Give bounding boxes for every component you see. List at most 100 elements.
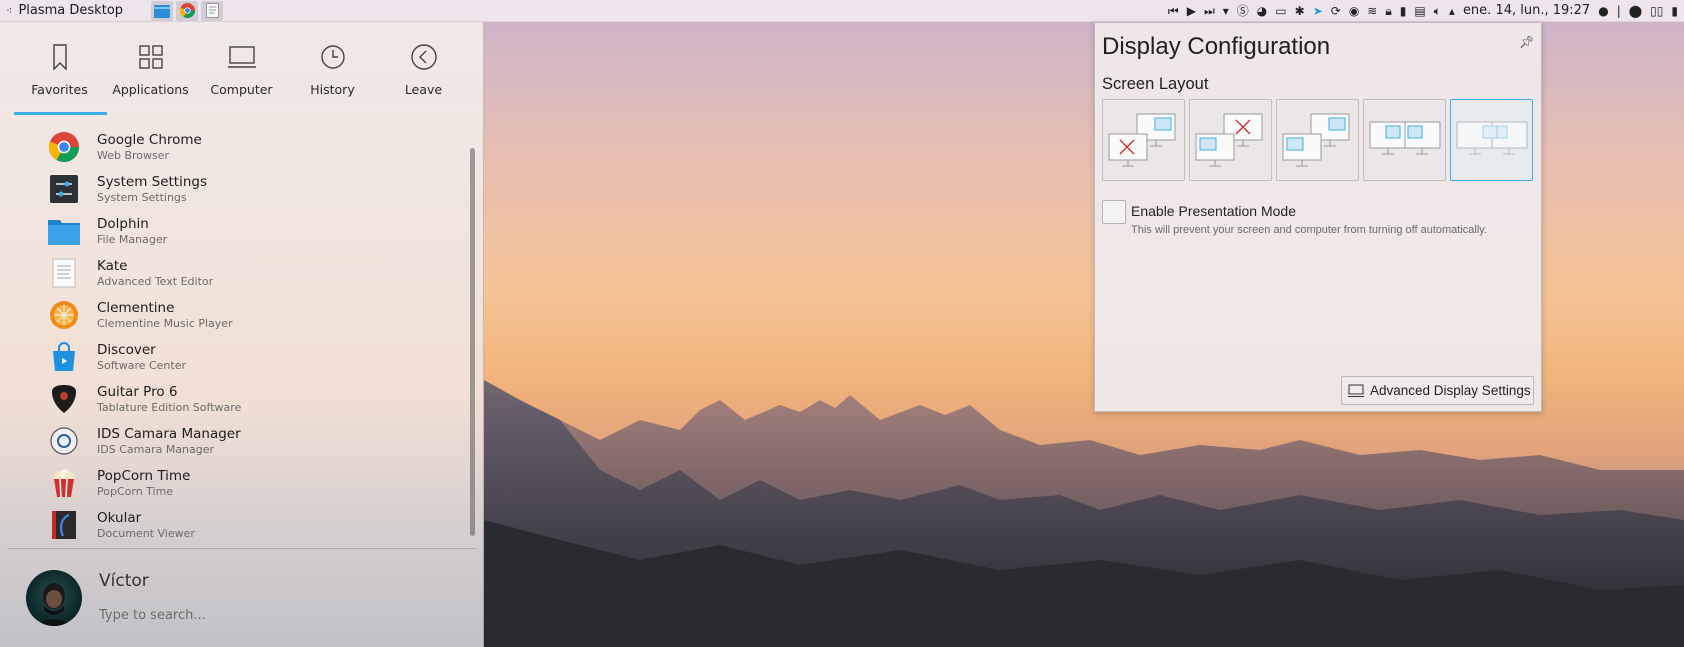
shopping-bag-icon xyxy=(48,341,80,373)
grid-icon xyxy=(138,45,163,69)
text-editor-icon xyxy=(48,257,80,289)
app-name: IDS Camara Manager xyxy=(97,426,241,442)
list-item-google-chrome[interactable]: Google Chrome Web Browser xyxy=(48,126,448,168)
bluetooth-icon[interactable]: ✱ xyxy=(1295,5,1305,17)
list-item-okular[interactable]: Okular Document Viewer xyxy=(48,504,448,546)
app-description: File Manager xyxy=(97,233,168,246)
tab-computer[interactable]: Computer xyxy=(196,40,287,112)
screen-layout-options xyxy=(1102,99,1533,181)
presentation-mode-description: This will prevent your screen and comput… xyxy=(1131,224,1488,236)
skype-icon[interactable]: Ⓢ xyxy=(1237,5,1249,17)
application-menu[interactable]: ⁖ Plasma Desktop xyxy=(0,3,123,18)
volume-icon[interactable]: 🔈︎ xyxy=(1434,5,1441,17)
list-item-discover[interactable]: Discover Software Center xyxy=(48,336,448,378)
record-icon[interactable]: ⬤ xyxy=(1629,5,1642,17)
app-name: Discover xyxy=(97,342,156,358)
app-name: Kate xyxy=(97,258,128,274)
list-item-popcorn-time[interactable]: PopCorn Time PopCorn Time xyxy=(48,462,448,504)
document-viewer-icon xyxy=(48,509,80,541)
favorites-list: Google Chrome Web Browser System Settings… xyxy=(0,122,470,542)
bookmark-icon xyxy=(52,44,67,71)
updates-icon[interactable]: ⟳ xyxy=(1331,5,1341,17)
media-play-icon[interactable]: ▶ xyxy=(1187,5,1196,17)
app-name: PopCorn Time xyxy=(97,468,191,484)
display-configuration-popup: Display Configuration 📌︎ Screen Layout E… xyxy=(1094,22,1542,412)
list-scrollbar[interactable] xyxy=(470,148,475,536)
avatar[interactable] xyxy=(26,570,82,626)
monitor-icon xyxy=(227,46,256,68)
list-item-dolphin[interactable]: Dolphin File Manager xyxy=(48,210,448,252)
app-description: System Settings xyxy=(97,191,187,204)
list-item-kate[interactable]: Kate Advanced Text Editor xyxy=(48,252,448,294)
list-item-guitar-pro[interactable]: Guitar Pro 6 Tablature Edition Software xyxy=(48,378,448,420)
lock-icon[interactable]: 🔒︎ xyxy=(1385,5,1391,17)
show-desktop-icon[interactable]: ▮ xyxy=(1671,5,1678,17)
screen-layout-heading: Screen Layout xyxy=(1102,75,1209,93)
separator-icon: | xyxy=(1616,3,1621,18)
list-item-system-settings[interactable]: System Settings System Settings xyxy=(48,168,448,210)
application-launcher: Favorites Applications Computer History … xyxy=(0,22,484,647)
search-input[interactable] xyxy=(99,604,459,626)
plasma-menu-icon: ⁖ xyxy=(6,4,13,17)
desktop-pager-icon[interactable]: ▯▯ xyxy=(1650,5,1663,17)
firefox-icon[interactable]: ◕ xyxy=(1257,5,1267,17)
tab-label: Computer xyxy=(210,82,273,97)
digital-clock[interactable]: ene. 14, lun., 19:27 xyxy=(1463,3,1590,18)
orange-icon xyxy=(48,299,80,331)
tab-favorites[interactable]: Favorites xyxy=(14,40,105,112)
list-item-ids-camara-manager[interactable]: IDS Camara Manager IDS Camara Manager xyxy=(48,420,448,462)
clock-icon xyxy=(320,45,345,69)
presentation-mode-checkbox[interactable] xyxy=(1102,200,1126,224)
tab-leave[interactable]: Leave xyxy=(378,40,469,112)
layout-laptop-only[interactable] xyxy=(1189,99,1272,181)
popup-title: Display Configuration xyxy=(1102,33,1331,60)
tray-expand-icon[interactable]: ▴ xyxy=(1449,5,1455,17)
media-previous-icon[interactable]: ⏮ xyxy=(1168,5,1179,17)
layout-extend[interactable] xyxy=(1276,99,1359,181)
layout-external-only[interactable] xyxy=(1102,99,1185,181)
vpn-icon[interactable]: ◉ xyxy=(1349,5,1359,17)
active-tab-indicator xyxy=(14,112,107,115)
text-editor-icon[interactable] xyxy=(201,0,224,21)
display-icon[interactable]: ▭ xyxy=(1275,5,1286,17)
usb-icon[interactable]: ▮ xyxy=(1400,5,1407,17)
launcher-tabs: Favorites Applications Computer History … xyxy=(14,40,469,112)
clipboard-icon[interactable]: ▤ xyxy=(1414,5,1425,17)
display-settings-icon xyxy=(1348,384,1364,397)
guitar-pick-icon xyxy=(48,383,80,415)
telegram-icon[interactable]: ➤ xyxy=(1313,5,1323,17)
app-description: Document Viewer xyxy=(97,527,195,540)
app-name: Okular xyxy=(97,510,142,526)
back-arrow-icon xyxy=(410,44,437,70)
tab-label: Applications xyxy=(112,82,189,97)
pin-icon[interactable]: 📌︎ xyxy=(1519,35,1534,49)
tab-history[interactable]: History xyxy=(287,40,378,112)
popcorn-icon xyxy=(48,467,80,499)
app-name: Dolphin xyxy=(97,216,149,232)
button-label: Advanced Display Settings xyxy=(1370,383,1531,398)
chrome-icon[interactable] xyxy=(176,0,199,21)
app-name: System Settings xyxy=(97,174,208,190)
user-name: Víctor xyxy=(99,571,149,591)
system-tray: ⏮ ▶ ⏭ ▾ Ⓢ ◕ ▭ ✱ ➤ ⟳ ◉ ≋ 🔒︎ ▮ ▤ 🔈︎ ▴ ene.… xyxy=(1168,3,1684,18)
camera-logo-icon xyxy=(48,425,80,457)
layout-extend-right[interactable] xyxy=(1450,99,1533,181)
water-drop-icon[interactable]: ● xyxy=(1598,5,1608,17)
tab-applications[interactable]: Applications xyxy=(105,40,196,112)
active-window-title: Plasma Desktop xyxy=(18,3,124,18)
layout-mirror[interactable] xyxy=(1363,99,1446,181)
task-manager xyxy=(151,0,224,21)
app-description: Web Browser xyxy=(97,149,170,162)
file-manager-icon[interactable] xyxy=(151,0,174,21)
folder-icon xyxy=(48,215,80,247)
presentation-mode-label[interactable]: Enable Presentation Mode xyxy=(1131,203,1296,219)
media-dropdown-icon[interactable]: ▾ xyxy=(1223,5,1229,17)
media-next-icon[interactable]: ⏭ xyxy=(1204,5,1215,17)
divider xyxy=(8,548,476,549)
tab-label: History xyxy=(310,82,355,97)
advanced-display-settings-button[interactable]: Advanced Display Settings xyxy=(1341,376,1534,405)
tab-label: Favorites xyxy=(31,82,88,97)
list-item-clementine[interactable]: Clementine Clementine Music Player xyxy=(48,294,448,336)
wifi-icon[interactable]: ≋ xyxy=(1367,5,1377,17)
app-description: Advanced Text Editor xyxy=(97,275,214,288)
